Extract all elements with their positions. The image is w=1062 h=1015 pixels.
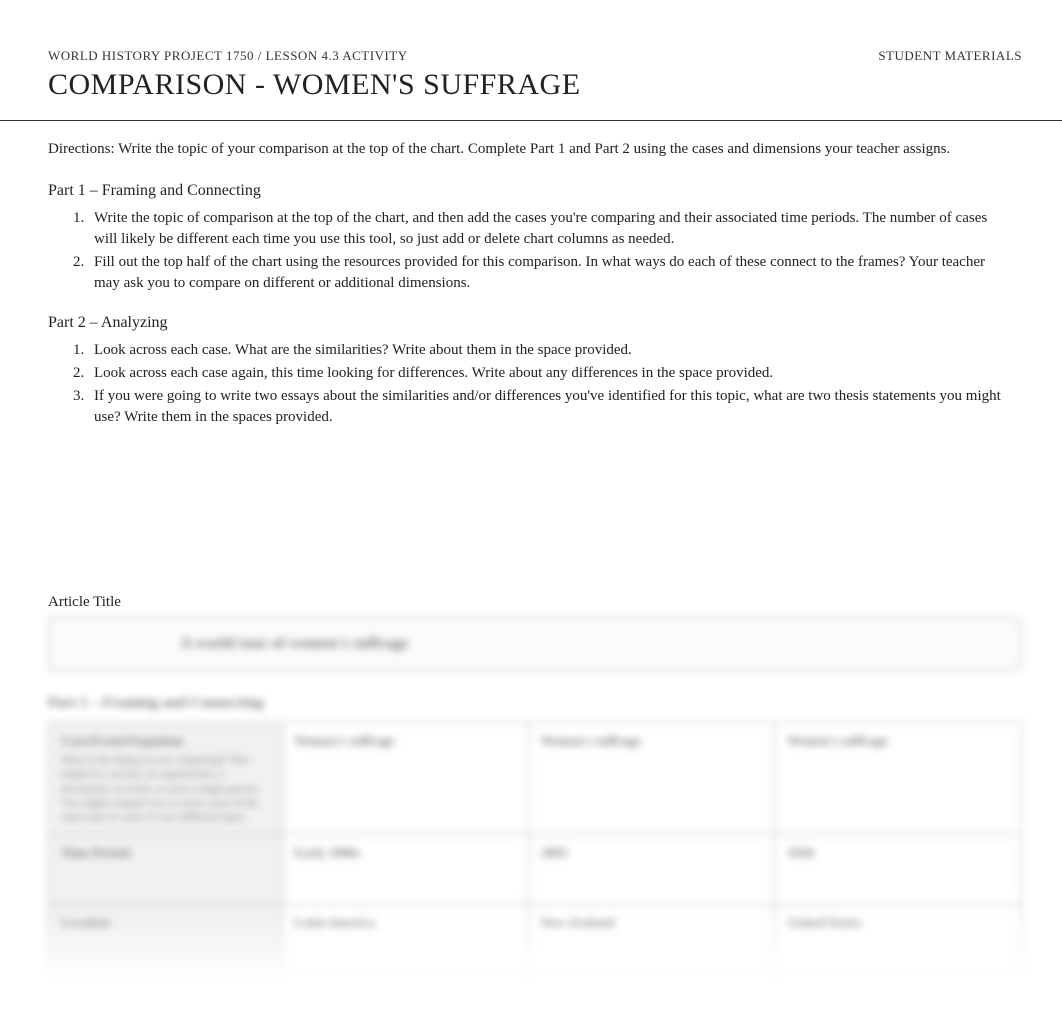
part1-heading: Part 1 – Framing and Connecting [0,178,1062,208]
part2-list: Look across each case. What are the simi… [0,340,1062,444]
list-item: Fill out the top half of the chart using… [88,252,1014,296]
article-title-label: Article Title [0,444,1062,617]
table-row: Case/Event/Organism What is the thing yo… [49,723,1022,835]
page-title: COMPARISON - WOMEN'S SUFFRAGE [0,64,1062,120]
row-label-time: Time Period [49,835,283,905]
list-item: Write the topic of comparison at the top… [88,208,1014,252]
part1-list: Write the topic of comparison at the top… [0,208,1062,310]
table-row: Time Period Early 1900s 1893 1920 [49,835,1022,905]
table-cell: United States [775,905,1022,975]
part2-heading: Part 2 – Analyzing [0,310,1062,340]
blur-part1-heading: Part 1 – Framing and Connecting [48,695,1022,712]
document-page: WORLD HISTORY PROJECT 1750 / LESSON 4.3 … [0,0,1062,1015]
row-label-location: Location [49,905,283,975]
list-item: Look across each case. What are the simi… [88,340,1014,363]
header-row: WORLD HISTORY PROJECT 1750 / LESSON 4.3 … [0,0,1062,64]
row-label-case: Case/Event/Organism What is the thing yo… [49,723,283,835]
table-cell: Latin America [282,905,528,975]
topic-title-text: A world tour of women's suffrage [70,635,1000,653]
table-row: Location Latin America New Zealand Unite… [49,905,1022,975]
comparison-chart: Case/Event/Organism What is the thing yo… [48,722,1022,975]
table-cell: 1920 [775,835,1022,905]
blurred-preview: A world tour of women's suffrage Part 1 … [0,617,1062,1015]
table-cell: Women's suffrage [775,723,1022,835]
student-materials-label: STUDENT MATERIALS [878,48,1022,64]
table-cell: New Zealand [529,905,775,975]
table-cell: Early 1900s [282,835,528,905]
topic-title-box: A world tour of women's suffrage [48,617,1022,671]
table-cell: 1893 [529,835,775,905]
list-item: Look across each case again, this time l… [88,363,1014,386]
title-divider [0,120,1062,121]
list-item: If you were going to write two essays ab… [88,386,1014,430]
table-cell: Women's suffrage [529,723,775,835]
directions-text: Directions: Write the topic of your comp… [0,139,1062,178]
course-label: WORLD HISTORY PROJECT 1750 / LESSON 4.3 … [48,48,408,64]
table-cell: Women's suffrage [282,723,528,835]
